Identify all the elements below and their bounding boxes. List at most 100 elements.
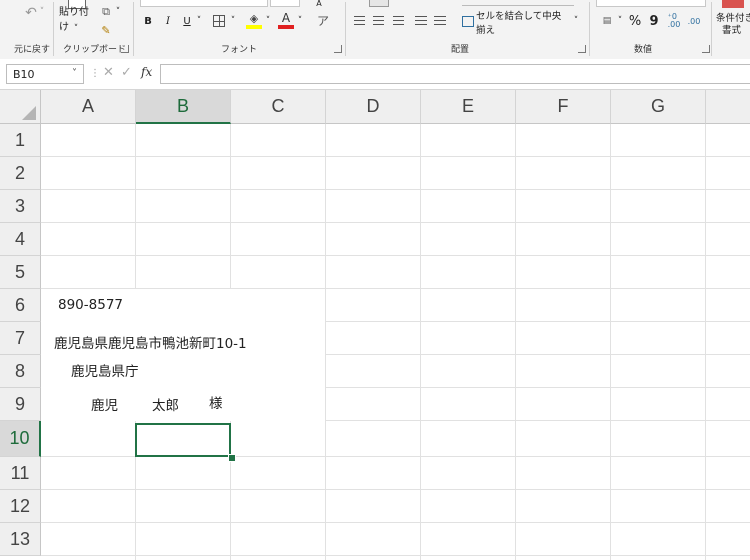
cancel-icon[interactable]: ✕ — [103, 65, 114, 80]
fill-color-bar — [246, 25, 262, 29]
bold-button[interactable]: B — [141, 13, 155, 29]
grow-font-icon[interactable]: A — [312, 0, 326, 8]
row-header-4[interactable]: 4 — [0, 223, 41, 256]
increase-decimal-icon[interactable]: ⁺0.00 — [666, 13, 682, 29]
row-header-10[interactable]: 10 — [0, 421, 41, 457]
more-icon: ⋮ — [90, 68, 100, 79]
font-color-icon[interactable]: A — [279, 11, 293, 25]
gridline — [41, 522, 750, 523]
gridline — [326, 354, 750, 355]
row-header-3[interactable]: 3 — [0, 190, 41, 223]
column-header-e[interactable]: E — [421, 90, 516, 124]
row-header-5[interactable]: 5 — [0, 256, 41, 289]
italic-button[interactable]: I — [161, 13, 175, 29]
gridline — [230, 124, 231, 288]
decrease-indent-icon[interactable] — [415, 16, 427, 25]
copy-icon[interactable]: ⧉ — [99, 5, 113, 19]
column-header-a[interactable]: A — [41, 90, 136, 124]
format-painter-icon[interactable]: ✎ — [99, 23, 113, 37]
honorific-cell[interactable]: 様 — [209, 392, 223, 412]
wrap-text-button[interactable] — [462, 0, 574, 6]
gridline — [41, 156, 750, 157]
postal-code-cell[interactable]: 890-8577 — [58, 297, 123, 313]
insert-function-icon[interactable]: fx — [141, 65, 152, 79]
copy-dropdown-icon[interactable]: ˅ — [114, 6, 122, 18]
paste-button[interactable]: 貼り付け — [59, 7, 95, 33]
align-left-icon[interactable] — [354, 16, 365, 25]
gridline — [420, 124, 421, 560]
align-right-icon[interactable] — [393, 16, 404, 25]
formula-input[interactable] — [160, 64, 750, 84]
row-header-8[interactable]: 8 — [0, 355, 41, 388]
fill-color-icon[interactable]: ◈ — [247, 12, 261, 25]
group-divider — [345, 2, 346, 56]
underline-button[interactable]: U — [180, 13, 194, 29]
group-divider — [53, 2, 54, 56]
underline-dropdown-icon[interactable]: ˅ — [195, 15, 203, 27]
gridline — [41, 189, 750, 190]
row-header-7[interactable]: 7 — [0, 322, 41, 355]
column-header-h[interactable] — [706, 90, 750, 124]
number-group-label: 数値 — [634, 45, 653, 55]
organization-cell[interactable]: 鹿児島県庁 — [71, 360, 139, 380]
merge-center-button[interactable]: セルを結合して中央揃え — [476, 11, 568, 36]
gridline — [41, 555, 750, 556]
number-format-box[interactable] — [596, 0, 706, 7]
alignment-launcher-icon[interactable] — [578, 45, 586, 53]
gridline — [326, 321, 750, 322]
row-header-13[interactable]: 13 — [0, 523, 41, 556]
fill-color-dropdown-icon[interactable]: ˅ — [264, 15, 272, 27]
group-divider — [711, 2, 712, 56]
font-color-bar — [278, 25, 294, 29]
undo-group-label: 元に戻す — [14, 45, 51, 55]
name-box-dropdown-icon[interactable]: ˅ — [72, 68, 77, 79]
conditional-formatting-icon[interactable] — [722, 0, 744, 8]
phonetic-icon[interactable]: ア — [315, 12, 331, 28]
row-header-2[interactable]: 2 — [0, 157, 41, 190]
gridline — [325, 124, 326, 560]
decrease-decimal-icon[interactable]: .00 — [686, 13, 702, 29]
gridline — [326, 420, 750, 421]
row-header-11[interactable]: 11 — [0, 457, 41, 490]
selected-cell-b10[interactable] — [135, 423, 231, 457]
increase-indent-icon[interactable] — [434, 16, 446, 25]
borders-icon[interactable] — [213, 15, 225, 27]
column-header-b[interactable]: B — [136, 90, 231, 124]
merge-dropdown-icon[interactable]: ˅ — [572, 15, 580, 27]
paste-dropdown-icon[interactable]: ˅ — [70, 24, 82, 34]
enter-icon[interactable]: ✓ — [121, 65, 132, 80]
merge-center-icon[interactable] — [462, 16, 474, 27]
given-name-cell[interactable]: 太郎 — [152, 394, 179, 414]
fill-handle[interactable] — [228, 454, 236, 462]
row-header-9[interactable]: 9 — [0, 388, 41, 421]
font-color-dropdown-icon[interactable]: ˅ — [296, 15, 304, 27]
surname-cell[interactable]: 鹿児 — [91, 394, 118, 414]
row-header-6[interactable]: 6 — [0, 289, 41, 322]
gridline — [41, 222, 750, 223]
group-divider — [589, 2, 590, 56]
font-launcher-icon[interactable] — [334, 45, 342, 53]
conditional-formatting-label-2[interactable]: 書式 — [722, 23, 750, 36]
accounting-dropdown-icon[interactable]: ˅ — [616, 15, 624, 27]
gridline — [515, 124, 516, 560]
column-header-d[interactable]: D — [326, 90, 421, 124]
wrap-top-icon[interactable] — [369, 0, 389, 7]
font-name-box[interactable] — [140, 0, 268, 7]
row-header-12[interactable]: 12 — [0, 490, 41, 523]
gridline — [705, 124, 706, 560]
borders-dropdown-icon[interactable]: ˅ — [229, 15, 237, 27]
column-header-c[interactable]: C — [231, 90, 326, 124]
column-header-f[interactable]: F — [516, 90, 611, 124]
column-header-g[interactable]: G — [611, 90, 706, 124]
clipboard-launcher-icon[interactable] — [121, 45, 129, 53]
font-size-box[interactable] — [270, 0, 300, 7]
number-launcher-icon[interactable] — [702, 45, 710, 53]
comma-button[interactable]: 9 — [648, 13, 660, 29]
percent-button[interactable]: % — [627, 13, 643, 29]
row-header-1[interactable]: 1 — [0, 124, 41, 157]
accounting-format-icon[interactable]: ▤ — [598, 14, 616, 28]
clipboard-group-label: クリップボード — [63, 45, 127, 55]
align-center-icon[interactable] — [373, 16, 384, 25]
address-cell[interactable]: 鹿児島県鹿児島市鴨池新町10-1 — [54, 332, 247, 352]
undo-dropdown-icon[interactable]: ˅ — [37, 6, 47, 18]
